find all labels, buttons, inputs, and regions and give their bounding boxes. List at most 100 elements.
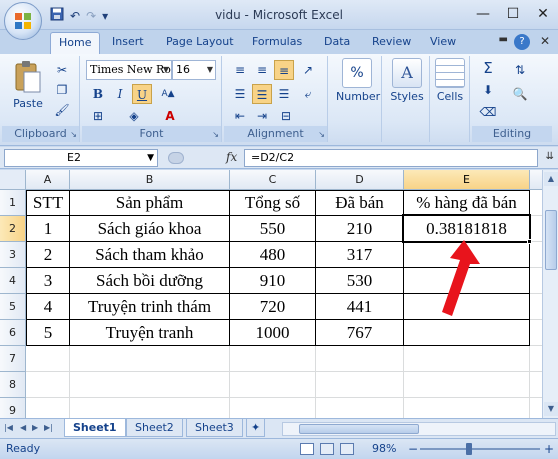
column-header-a[interactable]: A: [26, 170, 70, 190]
table-header-cell[interactable]: Đã bán: [316, 190, 403, 216]
autosum-button[interactable]: Σ: [478, 58, 498, 78]
font-grow-icon[interactable]: A▲: [158, 84, 178, 104]
format-painter-icon[interactable]: 🖌: [52, 100, 72, 120]
sheet-tab-sheet2[interactable]: Sheet2: [126, 419, 183, 437]
clipboard-launcher-icon[interactable]: ↘: [70, 130, 77, 139]
find-select-icon[interactable]: 🔍: [510, 84, 530, 104]
table-cell[interactable]: 480: [230, 242, 315, 268]
table-header-cell[interactable]: % hàng đã bán: [404, 190, 529, 216]
ribbon-minimize-icon[interactable]: ▬: [499, 34, 508, 45]
align-top-icon[interactable]: ≡: [230, 60, 250, 80]
formula-input[interactable]: =D2/C2: [244, 149, 538, 167]
column-header-b[interactable]: B: [70, 170, 230, 190]
copy-icon[interactable]: ❐: [52, 80, 72, 100]
row-header-5[interactable]: 5: [0, 294, 26, 320]
next-sheet-icon[interactable]: ▶: [32, 423, 38, 432]
page-layout-view-icon[interactable]: [320, 443, 334, 455]
borders-icon[interactable]: ⊞: [88, 106, 108, 126]
zoom-level[interactable]: 98%: [372, 442, 396, 455]
row-header-3[interactable]: 3: [0, 242, 26, 268]
bold-button[interactable]: B: [88, 84, 108, 104]
italic-button[interactable]: I: [110, 84, 130, 104]
align-right-icon[interactable]: ☰: [274, 84, 294, 104]
clear-icon[interactable]: ⌫: [478, 102, 498, 122]
formula-bar-splitter[interactable]: [168, 152, 184, 164]
table-cell[interactable]: 3: [27, 268, 69, 294]
align-middle-icon[interactable]: ≡: [252, 60, 272, 80]
vertical-scrollbar[interactable]: ▲ ▼: [542, 170, 558, 418]
workbook-close-icon[interactable]: ✕: [540, 34, 550, 48]
alignment-launcher-icon[interactable]: ↘: [318, 130, 325, 139]
sort-filter-icon[interactable]: ⇅: [510, 60, 530, 80]
styles-button[interactable]: A Styles: [386, 58, 428, 103]
tab-insert[interactable]: Insert: [104, 32, 152, 54]
fill-handle[interactable]: [527, 239, 532, 244]
font-launcher-icon[interactable]: ↘: [212, 130, 219, 139]
expand-formula-bar-icon[interactable]: ⇊: [546, 151, 554, 162]
table-header-cell[interactable]: Tổng số: [230, 190, 315, 216]
tab-page-layout[interactable]: Page Layout: [158, 32, 242, 54]
name-box[interactable]: E2 ▼: [4, 149, 158, 167]
normal-view-icon[interactable]: [300, 443, 314, 455]
prev-sheet-icon[interactable]: ◀: [20, 423, 26, 432]
last-sheet-icon[interactable]: ▶|: [44, 423, 53, 432]
font-size-select[interactable]: 16 ▼: [172, 60, 216, 80]
table-header-cell[interactable]: Sản phẩm: [70, 190, 229, 216]
decrease-indent-icon[interactable]: ⇤: [230, 106, 250, 126]
maximize-button[interactable]: ☐: [498, 0, 528, 28]
fill-icon[interactable]: ⬇: [478, 80, 498, 100]
first-sheet-icon[interactable]: |◀: [4, 423, 13, 432]
table-cell[interactable]: 720: [230, 294, 315, 320]
column-header-d[interactable]: D: [316, 170, 404, 190]
row-header-7[interactable]: 7: [0, 346, 26, 372]
row-header-4[interactable]: 4: [0, 268, 26, 294]
orientation-icon[interactable]: ↗: [298, 60, 318, 80]
sheet-tab-sheet3[interactable]: Sheet3: [186, 419, 243, 437]
row-header-1[interactable]: 1: [0, 190, 26, 216]
table-cell[interactable]: 210: [316, 216, 403, 242]
tab-formulas[interactable]: Formulas: [244, 32, 310, 54]
align-center-icon[interactable]: ☰: [252, 84, 272, 104]
column-header-f[interactable]: [530, 170, 542, 190]
column-header-c[interactable]: C: [230, 170, 316, 190]
insert-sheet-icon[interactable]: ✦: [246, 419, 266, 437]
table-cell[interactable]: 1000: [230, 320, 315, 346]
row-header-2[interactable]: 2: [0, 216, 26, 242]
align-left-icon[interactable]: ☰: [230, 84, 250, 104]
row-header-8[interactable]: 8: [0, 372, 26, 398]
table-cell[interactable]: Truyện tranh: [70, 320, 229, 346]
underline-button[interactable]: U: [132, 84, 152, 104]
font-family-select[interactable]: Times New Ro ▼: [86, 60, 172, 80]
table-cell[interactable]: 910: [230, 268, 315, 294]
cut-icon[interactable]: ✂: [52, 60, 72, 80]
table-cell[interactable]: [404, 320, 529, 346]
zoom-slider-knob[interactable]: [466, 443, 472, 455]
paste-button[interactable]: Paste: [8, 60, 48, 110]
table-cell[interactable]: Sách giáo khoa: [70, 216, 229, 242]
vertical-scroll-thumb[interactable]: [545, 210, 557, 270]
table-cell[interactable]: Sách tham khảo: [70, 242, 229, 268]
table-cell[interactable]: 2: [27, 242, 69, 268]
table-cell[interactable]: 317: [316, 242, 403, 268]
table-cell[interactable]: 5: [27, 320, 69, 346]
help-icon[interactable]: ?: [514, 34, 530, 50]
horizontal-scrollbar[interactable]: [282, 422, 556, 436]
tab-view[interactable]: View: [422, 32, 464, 54]
column-header-e[interactable]: E: [404, 170, 530, 190]
tab-review[interactable]: Review: [364, 32, 419, 54]
table-cell[interactable]: 4: [27, 294, 69, 320]
fill-color-icon[interactable]: ◈: [124, 106, 144, 126]
scroll-down-icon[interactable]: ▼: [544, 402, 558, 416]
wrap-text-icon[interactable]: ⤶: [298, 84, 318, 104]
table-cell[interactable]: 550: [230, 216, 315, 242]
minimize-button[interactable]: —: [468, 0, 498, 28]
insert-function-icon[interactable]: fx: [226, 150, 237, 164]
align-bottom-icon[interactable]: ≡: [274, 60, 294, 80]
merge-center-icon[interactable]: ⊟: [276, 106, 296, 126]
row-header-6[interactable]: 6: [0, 320, 26, 346]
scroll-up-icon[interactable]: ▲: [544, 172, 558, 186]
table-cell[interactable]: Truyện trinh thám: [70, 294, 229, 320]
table-cell[interactable]: 1: [27, 216, 69, 242]
row-header-9[interactable]: 9: [0, 398, 26, 418]
tab-data[interactable]: Data: [316, 32, 358, 54]
